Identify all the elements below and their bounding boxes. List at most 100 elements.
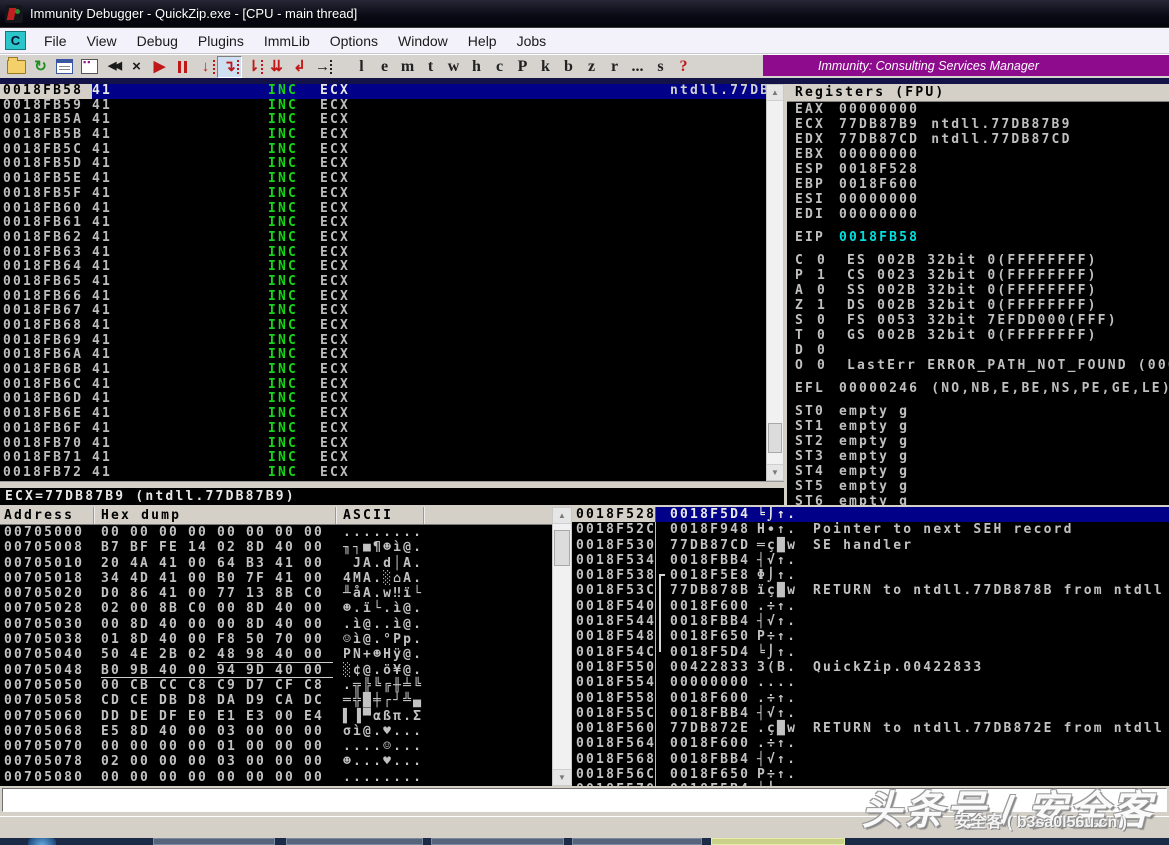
taskbar-button[interactable] bbox=[286, 838, 423, 845]
start-button[interactable] bbox=[28, 838, 56, 845]
animate-over-icon[interactable]: ⇊ bbox=[265, 57, 288, 77]
dump-row[interactable]: 0070502802008BC0008D4000☻.ï└.ì@. bbox=[0, 601, 552, 616]
disasm-row[interactable]: 0018FB6441INCECX bbox=[0, 260, 766, 275]
disasm-row[interactable]: 0018FB6E41INCECX bbox=[0, 407, 766, 422]
register-row[interactable]: O0LastErr ERROR_PATH_NOT_FOUND (000 bbox=[787, 358, 1169, 373]
dump-row[interactable]: 007050800000000000000000........ bbox=[0, 770, 552, 785]
register-row[interactable]: C0ES 002B 32bit 0(FFFFFFFF) bbox=[787, 253, 1169, 268]
cpu-child-window-icon[interactable]: C bbox=[5, 31, 26, 50]
taskbar-button[interactable] bbox=[431, 838, 564, 845]
stack-row[interactable]: 0018F5280018F5D4╘⌡↑. bbox=[572, 507, 1169, 522]
menu-item-plugins[interactable]: Plugins bbox=[188, 31, 254, 51]
dump-row[interactable]: 00705060DDDEDFE0E1E300E4▌▐▀αßπ.Σ bbox=[0, 709, 552, 724]
dump-row[interactable]: 00705010204A410064B34100 JA.d│A. bbox=[0, 556, 552, 571]
restart-icon[interactable]: ↻ bbox=[29, 57, 52, 77]
stack-row[interactable]: 0018F5440018FBB4┤√↑. bbox=[572, 614, 1169, 629]
register-row[interactable]: EBP0018F600 bbox=[787, 177, 1169, 192]
scroll-up-icon[interactable]: ▲ bbox=[553, 508, 571, 524]
menu-item-jobs[interactable]: Jobs bbox=[507, 31, 557, 51]
toolbar-letter-t[interactable]: t bbox=[419, 58, 442, 76]
dump-header-ascii[interactable]: ASCII bbox=[337, 507, 425, 524]
menu-item-debug[interactable]: Debug bbox=[127, 31, 188, 51]
dump-header-hex[interactable]: Hex dump bbox=[95, 507, 337, 524]
stack-row[interactable]: 0018F53077DB87CD═ç█wSE handler bbox=[572, 538, 1169, 553]
toolbar-letter-l[interactable]: l bbox=[350, 58, 373, 76]
step-into-icon[interactable]: ↓ bbox=[194, 57, 217, 77]
toolbar-letter-h[interactable]: h bbox=[465, 58, 488, 76]
disasm-row[interactable]: 0018FB6641INCECX bbox=[0, 290, 766, 305]
animate-into-icon[interactable]: ⇂ bbox=[242, 57, 265, 77]
dump-row[interactable]: 00705040504E2B0248984000PN+☻Hÿ@. bbox=[0, 647, 552, 662]
stack-row[interactable]: 0018F5340018FBB4┤√↑. bbox=[572, 553, 1169, 568]
scroll-down-icon[interactable]: ▼ bbox=[553, 769, 571, 785]
menu-item-file[interactable]: File bbox=[34, 31, 77, 51]
log-window-icon[interactable] bbox=[56, 59, 73, 74]
disasm-row[interactable]: 0018FB6341INCECX bbox=[0, 246, 766, 261]
taskbar-button[interactable] bbox=[572, 838, 702, 845]
stack-row[interactable]: 0018F5640018F600.÷↑. bbox=[572, 736, 1169, 751]
scrollbar-thumb[interactable] bbox=[554, 530, 570, 566]
return-icon[interactable]: ↲ bbox=[288, 57, 311, 77]
stack-row[interactable]: 0018F5400018F600.÷↑. bbox=[572, 599, 1169, 614]
disasm-row[interactable]: 0018FB6D41INCECX bbox=[0, 392, 766, 407]
register-row[interactable]: P1CS 0023 32bit 0(FFFFFFFF) bbox=[787, 268, 1169, 283]
disasm-row[interactable]: 0018FB6541INCECX bbox=[0, 275, 766, 290]
toolbar-letter-z[interactable]: z bbox=[580, 58, 603, 76]
toolbar-letter-?[interactable]: ? bbox=[672, 58, 695, 76]
register-row[interactable]: Z1DS 002B 32bit 0(FFFFFFFF) bbox=[787, 298, 1169, 313]
disasm-row[interactable]: 0018FB6141INCECX bbox=[0, 216, 766, 231]
register-row[interactable]: EFL00000246(NO,NB,E,BE,NS,PE,GE,LE) bbox=[787, 381, 1169, 396]
dump-row[interactable]: 007050700000000001000000....☺... bbox=[0, 739, 552, 754]
disasm-row[interactable]: 0018FB6741INCECX bbox=[0, 304, 766, 319]
register-row[interactable]: ESP0018F528 bbox=[787, 162, 1169, 177]
dump-row[interactable]: 007050000000000000000000........ bbox=[0, 525, 552, 540]
disasm-row[interactable]: 0018FB5841INCECXntdll.77DB bbox=[0, 84, 766, 99]
toolbar-letter-s[interactable]: s bbox=[649, 58, 672, 76]
stack-row[interactable]: 0018F5380018F5E8Φ⌡↑. bbox=[572, 568, 1169, 583]
stack-row[interactable]: 0018F54C0018F5D4╘⌡↑. bbox=[572, 645, 1169, 660]
disasm-row[interactable]: 0018FB7241INCECX bbox=[0, 466, 766, 481]
step-over-icon[interactable]: ↴ bbox=[217, 56, 242, 78]
register-row[interactable]: ECX77DB87B9ntdll.77DB87B9 bbox=[787, 117, 1169, 132]
pass-exception-icon[interactable]: → bbox=[311, 57, 334, 77]
register-row[interactable]: S0FS 0053 32bit 7EFDD000(FFF) bbox=[787, 313, 1169, 328]
stack-row[interactable]: 0018F5480018F650P÷↑. bbox=[572, 629, 1169, 644]
taskbar-button[interactable] bbox=[153, 838, 275, 845]
scrollbar-thumb[interactable] bbox=[768, 423, 782, 453]
register-row[interactable]: ST2empty g bbox=[787, 434, 1169, 449]
dump-row[interactable]: 00705068E58D400003000000σì@.♥... bbox=[0, 724, 552, 739]
run-icon[interactable]: ▶ bbox=[148, 57, 171, 77]
toolbar-letter-c[interactable]: c bbox=[488, 58, 511, 76]
pause-icon[interactable] bbox=[171, 57, 194, 77]
toolbar-letter-e[interactable]: e bbox=[373, 58, 396, 76]
toolbar-letter-b[interactable]: b bbox=[557, 58, 580, 76]
disasm-row[interactable]: 0018FB6F41INCECX bbox=[0, 422, 766, 437]
disasm-row[interactable]: 0018FB5C41INCECX bbox=[0, 143, 766, 158]
dump-row[interactable]: 00705030008D4000008D4000.ì@..ì@. bbox=[0, 617, 552, 632]
register-row[interactable]: D0 bbox=[787, 343, 1169, 358]
dump-row[interactable]: 00705018344D4100B07F41004MA.░⌂A. bbox=[0, 571, 552, 586]
register-row[interactable]: ESI00000000 bbox=[787, 192, 1169, 207]
rewind-icon[interactable]: ◀◀ bbox=[102, 57, 125, 77]
register-row[interactable]: EBX00000000 bbox=[787, 147, 1169, 162]
register-row[interactable]: ST4empty g bbox=[787, 464, 1169, 479]
menu-item-help[interactable]: Help bbox=[458, 31, 507, 51]
disasm-row[interactable]: 0018FB5B41INCECX bbox=[0, 128, 766, 143]
register-row[interactable]: A0SS 002B 32bit 0(FFFFFFFF) bbox=[787, 283, 1169, 298]
dump-header-address[interactable]: Address bbox=[0, 507, 95, 524]
stack-row[interactable]: 0018F5680018FBB4┤√↑. bbox=[572, 752, 1169, 767]
toolbar-letter-w[interactable]: w bbox=[442, 58, 465, 76]
stack-row[interactable]: 0018F55400000000.... bbox=[572, 675, 1169, 690]
disasm-row[interactable]: 0018FB5D41INCECX bbox=[0, 157, 766, 172]
menu-item-immlib[interactable]: ImmLib bbox=[254, 31, 320, 51]
disasm-row[interactable]: 0018FB5E41INCECX bbox=[0, 172, 766, 187]
open-folder-icon[interactable] bbox=[7, 60, 26, 74]
stack-row[interactable]: 0018F52C0018F948H∙↑.Pointer to next SEH … bbox=[572, 522, 1169, 537]
disasm-row[interactable]: 0018FB6041INCECX bbox=[0, 202, 766, 217]
disasm-row[interactable]: 0018FB5A41INCECX bbox=[0, 113, 766, 128]
register-row[interactable]: ST0empty g bbox=[787, 404, 1169, 419]
register-row[interactable]: T0GS 002B 32bit 0(FFFFFFFF) bbox=[787, 328, 1169, 343]
stack-row[interactable]: 0018F5580018F600.÷↑. bbox=[572, 691, 1169, 706]
dump-row[interactable]: 00705058CDCEDBD8DAD9CADC═╬█╪┌┘╩▄ bbox=[0, 693, 552, 708]
dump-row[interactable]: 00705020D086410077138BC0╨åA.w‼ï└ bbox=[0, 586, 552, 601]
